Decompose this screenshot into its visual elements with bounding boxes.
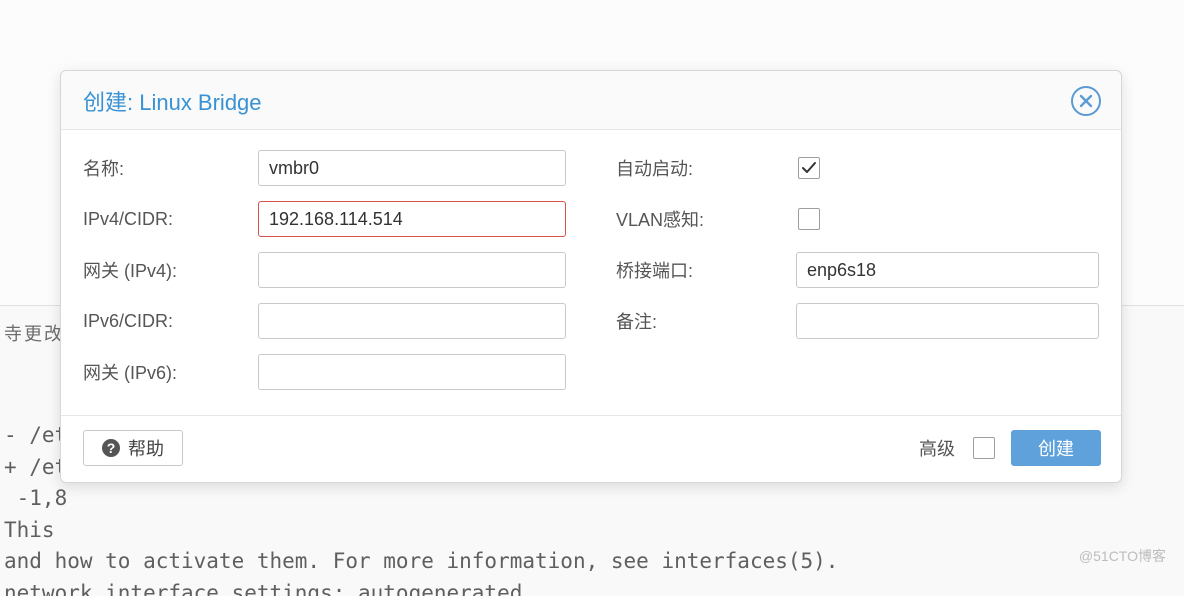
ipv4-cidr-input[interactable] <box>258 201 566 237</box>
vlan-aware-label: VLAN感知: <box>616 206 796 232</box>
comment-input[interactable] <box>796 303 1099 339</box>
bridge-ports-field: 桥接端口: <box>616 252 1099 288</box>
name-input[interactable] <box>258 150 566 186</box>
ipv4-cidr-field: IPv4/CIDR: <box>83 201 566 237</box>
footer-right: 高级 创建 <box>919 430 1101 466</box>
app-page: 寺更改 ( - /et + /et -1,8 This and how to a… <box>0 0 1184 596</box>
gateway-ipv6-field: 网关 (IPv6): <box>83 354 566 390</box>
name-label: 名称: <box>83 155 258 181</box>
autostart-label: 自动启动: <box>616 155 796 181</box>
vlan-aware-field: VLAN感知: <box>616 201 1099 237</box>
advanced-label: 高级 <box>919 435 955 461</box>
autostart-field: 自动启动: <box>616 150 1099 186</box>
vlan-aware-checkbox[interactable] <box>798 208 820 230</box>
right-column: 自动启动: VLAN感知: 桥接端口: 备注: <box>616 150 1099 405</box>
ipv6-cidr-field: IPv6/CIDR: <box>83 303 566 339</box>
help-button-label: 帮助 <box>128 435 164 461</box>
help-icon: ? <box>102 439 120 457</box>
close-button[interactable] <box>1071 86 1101 116</box>
watermark: @51CTO博客 <box>1079 546 1166 566</box>
name-field: 名称: <box>83 150 566 186</box>
close-icon <box>1079 94 1093 108</box>
gateway-ipv4-field: 网关 (IPv4): <box>83 252 566 288</box>
ipv4-cidr-label: IPv4/CIDR: <box>83 209 258 230</box>
comment-field: 备注: <box>616 303 1099 339</box>
gateway-ipv6-label: 网关 (IPv6): <box>83 359 258 385</box>
create-button[interactable]: 创建 <box>1011 430 1101 466</box>
create-button-label: 创建 <box>1038 435 1074 461</box>
dialog-body: 名称: IPv4/CIDR: 网关 (IPv4): IPv6/CIDR: 网关 … <box>61 130 1121 415</box>
advanced-checkbox[interactable] <box>973 437 995 459</box>
checkmark-icon <box>801 160 817 176</box>
gateway-ipv4-label: 网关 (IPv4): <box>83 257 258 283</box>
dialog-footer: ? 帮助 高级 创建 <box>61 415 1121 482</box>
autostart-checkbox[interactable] <box>798 157 820 179</box>
ipv6-cidr-label: IPv6/CIDR: <box>83 311 258 332</box>
left-column: 名称: IPv4/CIDR: 网关 (IPv4): IPv6/CIDR: 网关 … <box>83 150 566 405</box>
gateway-ipv6-input[interactable] <box>258 354 566 390</box>
bridge-ports-label: 桥接端口: <box>616 257 796 283</box>
dialog-header: 创建: Linux Bridge <box>61 71 1121 130</box>
dialog-title: 创建: Linux Bridge <box>83 85 262 117</box>
help-button[interactable]: ? 帮助 <box>83 430 183 466</box>
bridge-ports-input[interactable] <box>796 252 1099 288</box>
create-linux-bridge-dialog: 创建: Linux Bridge 名称: IPv4/CIDR: 网关 (IPv4… <box>60 70 1122 483</box>
ipv6-cidr-input[interactable] <box>258 303 566 339</box>
comment-label: 备注: <box>616 308 796 334</box>
gateway-ipv4-input[interactable] <box>258 252 566 288</box>
